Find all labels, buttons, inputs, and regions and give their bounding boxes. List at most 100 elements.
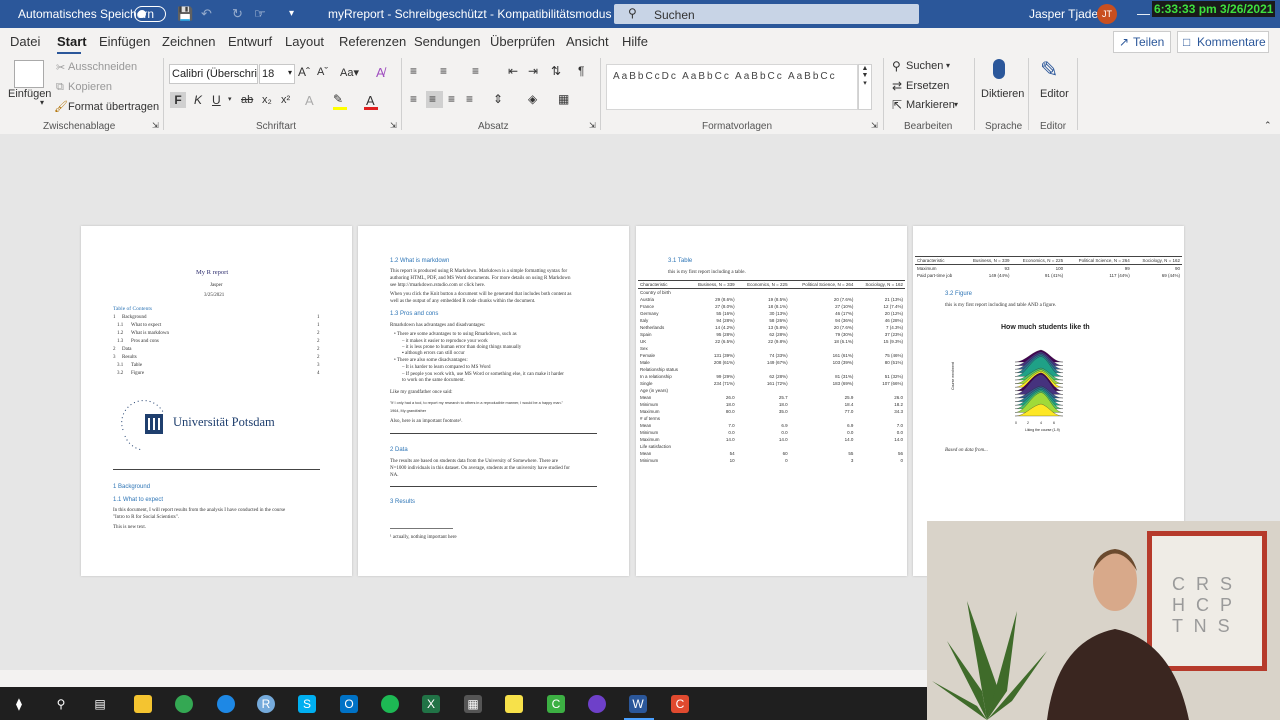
shrink-font-icon[interactable]: Aˇ [317, 66, 328, 78]
paragraph-launcher-icon[interactable]: ⇲ [589, 121, 596, 130]
tab-help[interactable]: Hilfe [622, 34, 648, 49]
chrome-icon[interactable] [175, 695, 193, 713]
rstudio-icon[interactable]: R [257, 695, 275, 713]
undo-icon[interactable]: ↶ [201, 6, 212, 22]
toc-item[interactable]: What is markdown [131, 331, 169, 336]
word-icon[interactable]: W [629, 695, 647, 713]
file-explorer-icon[interactable] [134, 695, 152, 713]
align-right-icon[interactable]: ≡ [448, 92, 455, 106]
microphone-icon[interactable] [993, 59, 1005, 79]
tab-insert[interactable]: Einfügen [99, 34, 150, 49]
autosave-toggle[interactable] [134, 6, 166, 22]
align-center-icon[interactable]: ≡ [429, 92, 436, 106]
avatar[interactable]: JT [1097, 4, 1117, 24]
page-1[interactable]: My R report Jasper 3/25/2021 Table of Co… [81, 226, 352, 576]
underline-button[interactable]: U [212, 93, 221, 107]
tab-home[interactable]: Start [57, 34, 87, 49]
tab-draw[interactable]: Zeichnen [162, 34, 215, 49]
customize-toolbar-icon[interactable]: ▾ [289, 8, 294, 19]
tab-review[interactable]: Überprüfen [490, 34, 555, 49]
page-2[interactable]: 1.2 What is markdown This report is prod… [358, 226, 629, 576]
snagit-icon[interactable]: C [671, 695, 689, 713]
font-launcher-icon[interactable]: ⇲ [390, 121, 397, 130]
line-spacing-icon[interactable]: ⇕ [493, 92, 503, 106]
styles-gallery[interactable]: AaBbCcDc AaBbCc AaBbCc AaBbCc [606, 64, 858, 110]
numbering-icon[interactable]: ≡ [440, 64, 447, 78]
toc-item[interactable]: Background [122, 315, 146, 320]
user-name[interactable]: Jasper Tjaden [1029, 7, 1105, 21]
tab-mailings[interactable]: Sendungen [414, 34, 481, 49]
grow-font-icon[interactable]: Aˆ [298, 65, 310, 79]
toc-item[interactable]: Figure [131, 371, 144, 376]
toc-item[interactable]: Data [122, 347, 131, 352]
camtasia-icon[interactable]: C [547, 695, 565, 713]
collapse-ribbon-icon[interactable]: ⌃ [1264, 120, 1272, 131]
bullets-icon[interactable]: ≡ [410, 64, 417, 78]
italic-button[interactable]: K [194, 93, 202, 107]
dictate-label[interactable]: Diktieren [981, 88, 1024, 100]
select-label[interactable]: Markieren [906, 99, 955, 111]
save-icon[interactable]: 💾 [177, 6, 193, 22]
cut-label[interactable]: Ausschneiden [68, 61, 137, 73]
tab-design[interactable]: Entwurf [228, 34, 272, 49]
format-painter-label[interactable]: Format übertragen [68, 101, 159, 113]
copy-label[interactable]: Kopieren [68, 81, 112, 93]
toc-item[interactable]: Table [131, 363, 142, 368]
spotify-icon[interactable] [381, 695, 399, 713]
align-left-icon[interactable]: ≡ [410, 92, 417, 106]
highlight-icon[interactable]: ✎ [333, 92, 343, 106]
outlook-icon[interactable]: O [340, 695, 358, 713]
search-taskbar-icon[interactable]: ⚲ [52, 695, 70, 713]
subscript-button[interactable]: x₂ [262, 94, 272, 106]
excel-icon[interactable]: X [422, 695, 440, 713]
task-view-icon[interactable]: ▤ [91, 695, 109, 713]
borders-icon[interactable]: ▦ [558, 92, 569, 106]
font-name-field[interactable]: Calibri (Überschri [169, 64, 258, 84]
redo-icon[interactable]: ↻ [232, 6, 243, 22]
change-case-icon[interactable]: Aa▾ [340, 66, 359, 79]
toc-item[interactable]: Results [122, 355, 137, 360]
font-color-icon[interactable]: A [366, 93, 375, 108]
calculator-icon[interactable]: ▦ [464, 695, 482, 713]
tab-references[interactable]: Referenzen [339, 34, 406, 49]
paste-label[interactable]: Einfügen [8, 88, 51, 100]
tab-file[interactable]: Datei [10, 34, 40, 49]
bold-button[interactable]: F [170, 92, 186, 108]
superscript-button[interactable]: x² [281, 94, 290, 106]
tab-view[interactable]: Ansicht [566, 34, 609, 49]
strikethrough-button[interactable]: ab [241, 94, 253, 106]
styles-scroll[interactable]: ▲ ▼ ▾ [858, 64, 872, 110]
edge-icon[interactable] [217, 695, 235, 713]
toc-item[interactable]: Pros and cons [131, 339, 159, 344]
skype-icon[interactable]: S [298, 695, 316, 713]
shading-icon[interactable]: ◈ [528, 92, 537, 106]
increase-indent-icon[interactable]: ⇥ [528, 64, 538, 78]
toc-item[interactable]: What to expect [131, 323, 161, 328]
tab-layout[interactable]: Layout [285, 34, 324, 49]
clipboard-icon[interactable] [14, 60, 44, 88]
editor-label[interactable]: Editor [1040, 88, 1069, 100]
replace-label[interactable]: Ersetzen [906, 80, 949, 92]
find-label[interactable]: Suchen [906, 60, 943, 72]
minimize-icon[interactable]: ― [1137, 6, 1150, 21]
decrease-indent-icon[interactable]: ⇤ [508, 64, 518, 78]
clear-format-icon[interactable]: A̸ [376, 65, 385, 80]
justify-icon[interactable]: ≡ [466, 92, 473, 106]
clipboard-launcher-icon[interactable]: ⇲ [152, 121, 159, 130]
share-button[interactable]: ↗ Teilen [1113, 31, 1171, 53]
document-title[interactable]: myRreport - Schreibgeschützt - Kompatibi… [328, 7, 625, 21]
comments-button[interactable]: □ Kommentare [1177, 31, 1269, 53]
touch-mode-icon[interactable]: ☞ [254, 6, 266, 22]
font-size-field[interactable]: 18 ▾ [259, 64, 295, 84]
github-desktop-icon[interactable] [588, 695, 606, 713]
text-effects-icon[interactable]: A [305, 93, 314, 108]
multilevel-list-icon[interactable]: ≡ [472, 64, 479, 78]
search-box[interactable]: ⚲ Suchen [614, 4, 919, 24]
styles-launcher-icon[interactable]: ⇲ [871, 121, 878, 130]
page-3[interactable]: 3.1 Table this is my first report includ… [636, 226, 907, 576]
pilcrow-icon[interactable]: ¶ [578, 64, 584, 78]
editor-pen-icon[interactable]: ✎ [1040, 57, 1058, 83]
sort-icon[interactable]: ⇅ [551, 64, 561, 78]
windows-start-icon[interactable]: ⧫ [10, 695, 28, 713]
sticky-notes-icon[interactable] [505, 695, 523, 713]
